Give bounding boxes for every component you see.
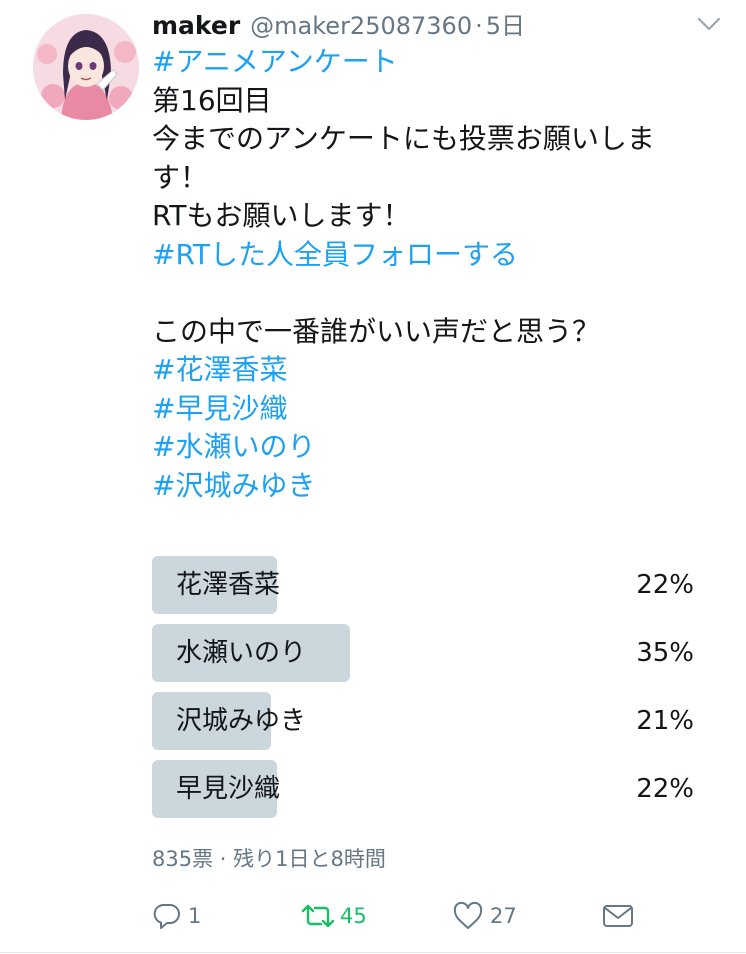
tweet-divider xyxy=(0,952,746,953)
tweet-actions: 1 45 27 xyxy=(152,896,642,936)
tweet-timestamp[interactable]: 5日 xyxy=(486,6,525,41)
body-line-hashtag[interactable]: #水瀬いのり xyxy=(152,428,712,467)
retweet-icon xyxy=(300,901,336,931)
poll: 花澤香菜 22% 水瀬いのり 35% 沢城みゆき 21% 早見沙織 22% xyxy=(152,556,697,828)
poll-option-label: 花澤香菜 xyxy=(176,570,281,600)
body-line: RTもお願いします！ xyxy=(152,199,411,232)
body-line: 今までのアンケートにも投票お願いしま xyxy=(152,122,655,155)
poll-option-percent: 21% xyxy=(636,706,694,736)
direct-message-button[interactable] xyxy=(602,896,634,936)
retweet-count: 45 xyxy=(340,904,367,928)
poll-option: 早見沙織 22% xyxy=(152,760,697,818)
poll-option: 水瀬いのり 35% xyxy=(152,624,697,682)
like-icon xyxy=(452,901,484,931)
poll-option-label: 早見沙織 xyxy=(176,774,281,804)
poll-option-percent: 22% xyxy=(636,774,694,804)
poll-meta: 835票 · 残り1日と8時間 xyxy=(152,847,386,871)
reply-button[interactable]: 1 xyxy=(152,896,201,936)
body-line-hashtag[interactable]: #早見沙織 xyxy=(152,390,712,429)
retweet-button[interactable]: 45 xyxy=(300,896,367,936)
body-line: 第16回目 xyxy=(152,83,272,117)
poll-option-label: 水瀬いのり xyxy=(176,638,307,668)
header-separator: · xyxy=(475,12,483,40)
body-line-hashtag[interactable]: #沢城みゆき xyxy=(152,467,712,506)
chevron-down-icon[interactable] xyxy=(696,14,722,34)
body-blank-line xyxy=(152,274,712,313)
reply-count: 1 xyxy=(188,904,202,928)
like-count: 27 xyxy=(490,904,517,928)
body-line: この中で一番誰がいい声だと思う？ xyxy=(152,314,601,348)
poll-option-percent: 35% xyxy=(636,638,694,668)
body-line-hashtag[interactable]: #アニメアンケート xyxy=(152,43,712,82)
author-name[interactable]: maker xyxy=(152,11,240,40)
poll-option: 沢城みゆき 21% xyxy=(152,692,697,750)
poll-option: 花澤香菜 22% xyxy=(152,556,697,614)
like-button[interactable]: 27 xyxy=(452,896,517,936)
tweet-body: #アニメアンケート 第16回目 今までのアンケートにも投票お願いしま す！ RT… xyxy=(152,43,712,505)
body-line-hashtag[interactable]: #花澤香菜 xyxy=(152,351,712,390)
avatar-illustration xyxy=(33,14,139,120)
reply-icon xyxy=(152,901,182,931)
poll-option-percent: 22% xyxy=(636,570,694,600)
message-icon xyxy=(602,902,634,930)
avatar[interactable] xyxy=(33,14,139,120)
author-handle[interactable]: @maker25087360 xyxy=(250,12,472,40)
poll-option-label: 沢城みゆき xyxy=(176,706,307,736)
body-line: す！ xyxy=(152,160,209,194)
body-line-hashtag[interactable]: #RTした人全員フォローする xyxy=(152,236,712,275)
tweet-header: maker @maker25087360 · 5日 xyxy=(152,6,525,42)
